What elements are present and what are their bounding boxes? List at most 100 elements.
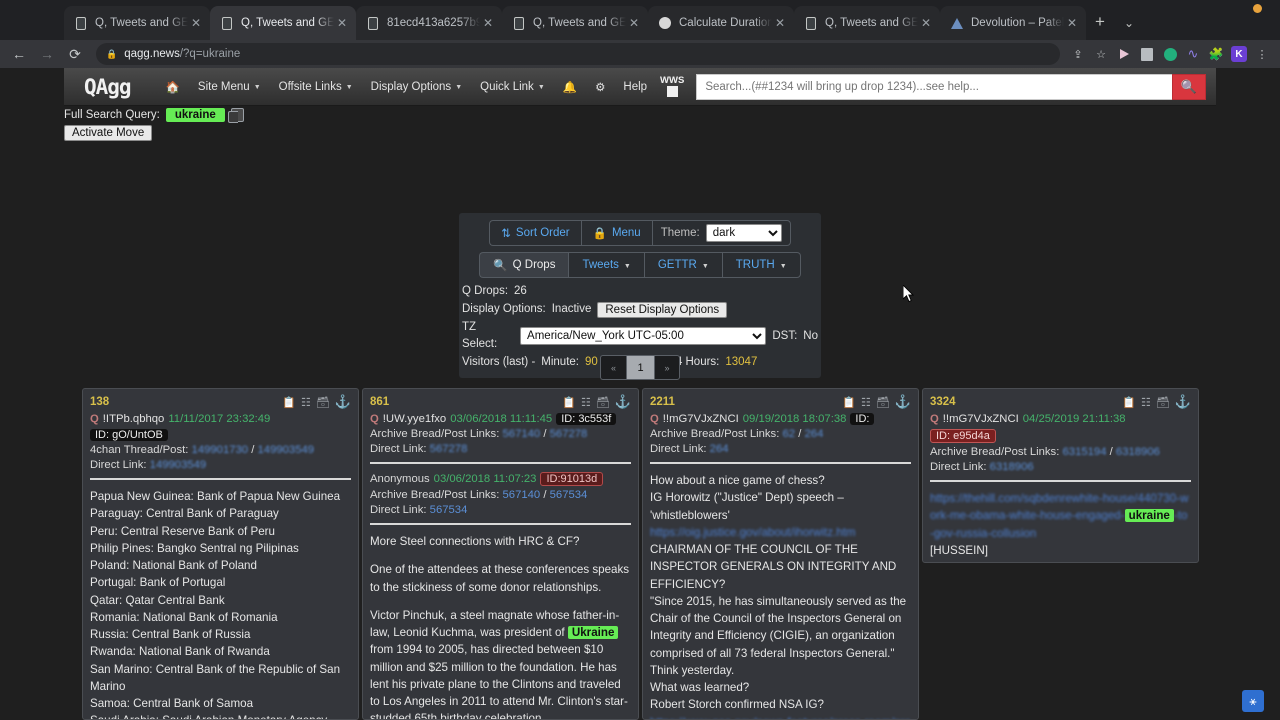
back-icon[interactable]: ← <box>6 41 32 67</box>
tab-q-drops[interactable]: 🔍 Q Drops <box>479 252 569 278</box>
wave-extension-icon[interactable]: ∿ <box>1183 44 1203 64</box>
tab-tweets[interactable]: Tweets ▼ <box>568 252 644 278</box>
drop-number[interactable]: 138 <box>90 396 282 408</box>
chevron-down-icon: ▼ <box>701 262 709 270</box>
external-link[interactable]: https://oig.justice.gov/about/ihorwitz.h… <box>650 524 911 541</box>
thread-link[interactable]: 567140 <box>503 428 541 440</box>
copy-icon[interactable] <box>227 108 244 123</box>
reset-display-options-button[interactable]: Reset Display Options <box>597 301 728 318</box>
post-link[interactable]: 6318906 <box>1116 446 1160 458</box>
theme-select[interactable]: dark <box>705 224 782 242</box>
goggles-icon[interactable]: ☷ <box>861 396 871 409</box>
layers-icon[interactable]: 🗃 <box>316 396 330 409</box>
goggles-icon[interactable]: ☷ <box>581 396 591 409</box>
post-link[interactable]: 149903549 <box>258 444 315 456</box>
browser-tab[interactable]: Q, Tweets and GETTR ✕ <box>794 6 940 40</box>
q-icon <box>366 16 380 30</box>
body-line: Peru: Central Reserve Bank of Peru <box>90 524 275 538</box>
bookmark-star-icon[interactable]: ☆ <box>1091 44 1111 64</box>
green-extension-icon[interactable] <box>1160 44 1180 64</box>
puzzle-extension-icon[interactable]: 🧩 <box>1206 44 1226 64</box>
menu-button[interactable]: 🔒 Menu <box>580 220 652 246</box>
anchor-icon[interactable]: ⚓ <box>1175 394 1191 410</box>
activate-move-button[interactable]: Activate Move <box>64 125 153 141</box>
layers-icon[interactable]: 🗃 <box>596 396 610 409</box>
browser-tab[interactable]: Calculate Duration Be ✕ <box>648 6 794 40</box>
k-extension-icon[interactable]: K <box>1229 44 1249 64</box>
direct-link-label: Direct Link: <box>930 461 987 473</box>
layers-icon[interactable]: 🗃 <box>876 396 890 409</box>
close-icon[interactable]: ✕ <box>480 17 496 29</box>
drop-number[interactable]: 2211 <box>650 396 842 408</box>
site-logo[interactable]: QAgg <box>84 75 132 99</box>
play-extension-icon[interactable] <box>1114 44 1134 64</box>
page-current[interactable]: 1 <box>626 355 654 380</box>
browser-tab[interactable]: Devolution – Patel Pat ✕ <box>940 6 1086 40</box>
nav-settings[interactable]: ⚙ <box>586 80 614 94</box>
thread-link[interactable]: 6315194 <box>1063 446 1107 458</box>
page-next-button[interactable]: » <box>654 355 680 380</box>
anchor-icon[interactable]: ⚓ <box>335 394 351 410</box>
card-body: More Steel connections with HRC & CF? On… <box>370 533 631 719</box>
panel-button-group: ⇅ Sort Order 🔒 Menu Theme: dark <box>459 220 821 246</box>
copy-icon[interactable]: 📋 <box>562 396 576 409</box>
goggles-icon[interactable]: ☷ <box>1141 396 1151 409</box>
post-link[interactable]: 264 <box>805 428 824 440</box>
nav-quick-link[interactable]: Quick Link ▼ <box>471 81 554 93</box>
thread-link[interactable]: 149901730 <box>192 444 249 456</box>
close-icon[interactable]: ✕ <box>334 17 350 29</box>
forward-icon[interactable]: → <box>34 41 60 67</box>
share-icon[interactable]: ⇪ <box>1068 44 1088 64</box>
copy-icon[interactable]: 📋 <box>282 396 296 409</box>
drop-number[interactable]: 3324 <box>930 396 1122 408</box>
close-icon[interactable]: ✕ <box>626 17 642 29</box>
nav-display-options[interactable]: Display Options ▼ <box>362 81 471 93</box>
address-bar[interactable]: 🔒 qagg.news/?q=ukraine <box>96 43 1060 65</box>
drop-number[interactable]: 861 <box>370 396 562 408</box>
chrome-menu-icon[interactable]: ⋮ <box>1252 44 1272 64</box>
close-icon[interactable]: ✕ <box>918 17 934 29</box>
tab-truth[interactable]: TRUTH ▼ <box>721 252 801 278</box>
new-tab-button[interactable]: + <box>1086 12 1114 32</box>
quoted-direct-link[interactable]: 567534 <box>430 504 468 516</box>
body-line: Q <box>930 559 1191 562</box>
copy-icon[interactable]: 📋 <box>1122 396 1136 409</box>
nav-home[interactable]: 🏠 <box>157 80 189 94</box>
direct-link[interactable]: 567278 <box>430 443 468 455</box>
browser-tab[interactable]: Q, Tweets and GETTR ✕ <box>64 6 210 40</box>
notes-extension-icon[interactable] <box>1137 44 1157 64</box>
reload-icon[interactable]: ⟳ <box>62 41 88 67</box>
close-icon[interactable]: ✕ <box>188 17 204 29</box>
goggles-icon[interactable]: ☷ <box>301 396 311 409</box>
nav-help[interactable]: Help <box>614 81 656 93</box>
anchor-icon[interactable]: ⚓ <box>615 394 631 410</box>
anchor-icon[interactable]: ⚓ <box>895 394 911 410</box>
tz-select[interactable]: America/New_York UTC-05:00 <box>520 327 767 346</box>
tab-search-icon[interactable]: ⌄ <box>1114 16 1144 30</box>
external-link[interactable]: https://www.nsa.gov/news-features/press-… <box>650 714 911 719</box>
close-icon[interactable]: ✕ <box>1064 17 1080 29</box>
browser-tab[interactable]: 81ecd413a6257b92e ✕ <box>356 6 502 40</box>
direct-link[interactable]: 264 <box>710 443 729 455</box>
tab-gettr[interactable]: GETTR ▼ <box>643 252 722 278</box>
close-icon[interactable]: ✕ <box>772 17 788 29</box>
search-button[interactable]: 🔍 <box>1172 73 1206 100</box>
direct-link[interactable]: 6318906 <box>990 461 1034 473</box>
quoted-thread-link[interactable]: 567140 <box>503 489 541 501</box>
page-prev-button[interactable]: « <box>600 355 626 380</box>
browser-tab[interactable]: Q, Tweets and GETTR ✕ <box>502 6 648 40</box>
nav-offsite-links[interactable]: Offsite Links ▼ <box>270 81 362 93</box>
thread-link[interactable]: 62 <box>783 428 796 440</box>
sort-order-button[interactable]: ⇅ Sort Order <box>489 220 581 246</box>
quoted-post-link[interactable]: 567534 <box>550 489 588 501</box>
wws-indicator[interactable]: WWS <box>660 75 684 98</box>
layers-icon[interactable]: 🗃 <box>1156 396 1170 409</box>
nav-site-menu[interactable]: Site Menu ▼ <box>189 81 270 93</box>
nav-notifications[interactable]: 🔔 <box>554 80 586 94</box>
accessibility-fab-button[interactable]: ⚹ <box>1242 690 1264 712</box>
browser-tab-active[interactable]: Q, Tweets and GETTR ✕ <box>210 6 356 40</box>
copy-icon[interactable]: 📋 <box>842 396 856 409</box>
direct-link[interactable]: 149903549 <box>150 459 207 471</box>
search-input[interactable] <box>696 73 1172 100</box>
post-link[interactable]: 567278 <box>550 428 588 440</box>
